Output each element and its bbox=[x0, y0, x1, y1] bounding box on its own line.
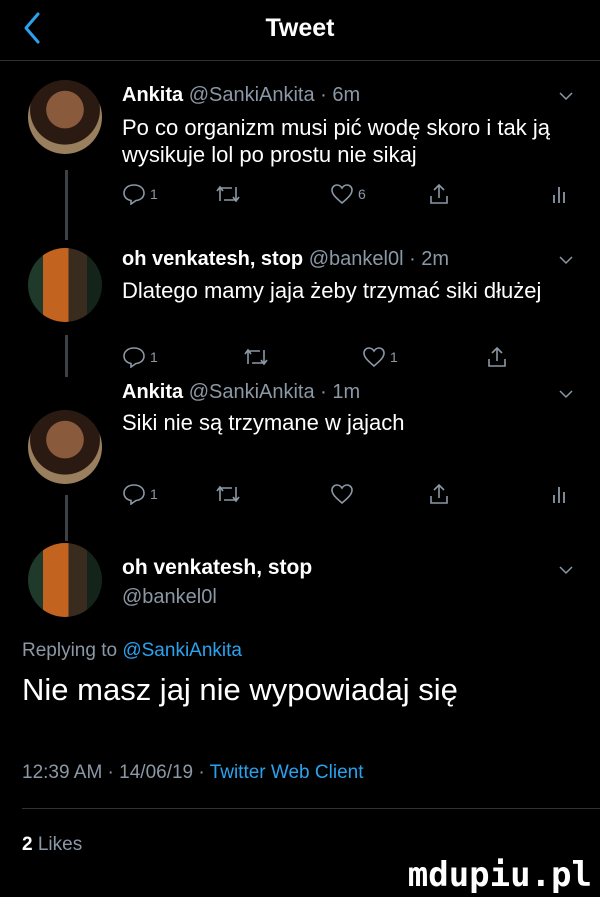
like-button[interactable]: 1 bbox=[362, 343, 406, 371]
tweet-text: Dlatego mamy jaja żeby trzymać siki dłuż… bbox=[122, 278, 542, 303]
author-name[interactable]: oh venkatesh, stop bbox=[122, 248, 303, 270]
avatar[interactable] bbox=[28, 80, 102, 154]
avatar[interactable] bbox=[28, 543, 102, 617]
retweet-icon bbox=[244, 348, 268, 366]
author-handle[interactable]: @bankel0l · 2m bbox=[309, 248, 449, 270]
tweet-header: Ankita @SankiAnkita · 6m bbox=[122, 84, 360, 107]
heart-icon bbox=[363, 347, 385, 368]
author-name[interactable]: oh venkatesh, stop bbox=[122, 556, 312, 579]
likes-count: 2 bbox=[22, 834, 33, 855]
share-icon bbox=[488, 346, 506, 367]
analytics-button[interactable] bbox=[550, 480, 594, 508]
thread-line bbox=[65, 495, 68, 541]
retweet-icon bbox=[216, 485, 240, 503]
share-button[interactable] bbox=[428, 480, 472, 508]
analytics-icon bbox=[553, 187, 565, 203]
author-name: oh venkatesh, stop bbox=[122, 556, 312, 580]
reply-count: 1 bbox=[150, 486, 158, 502]
analytics-button[interactable] bbox=[550, 180, 594, 208]
client-link[interactable]: Twitter Web Client bbox=[210, 762, 364, 783]
tweet-header: Ankita @SankiAnkita · 1m bbox=[122, 381, 360, 404]
likes-stat[interactable]: 2 Likes bbox=[22, 834, 82, 856]
avatar[interactable] bbox=[28, 410, 102, 484]
replying-to: Replying to @SankiAnkita bbox=[22, 640, 242, 662]
tweet-text: Siki nie są trzymane w jajach bbox=[122, 410, 405, 435]
reply-icon bbox=[123, 184, 145, 205]
mention-link[interactable]: @SankiAnkita bbox=[122, 640, 242, 661]
author-handle[interactable]: @SankiAnkita · 1m bbox=[189, 381, 360, 403]
share-icon bbox=[430, 183, 448, 204]
retweet-icon bbox=[216, 185, 240, 203]
reply-icon bbox=[123, 484, 145, 505]
like-count: 1 bbox=[390, 349, 398, 365]
author-handle[interactable]: @bankel0l bbox=[122, 586, 217, 608]
top-bar: Tweet bbox=[0, 0, 600, 61]
reply-button[interactable]: 1 bbox=[122, 180, 166, 208]
chevron-down-icon[interactable] bbox=[558, 562, 574, 578]
thread-line bbox=[65, 170, 68, 240]
divider bbox=[22, 808, 600, 809]
reply-icon bbox=[123, 347, 145, 368]
share-icon bbox=[430, 483, 448, 504]
share-button[interactable] bbox=[428, 180, 472, 208]
reply-count: 1 bbox=[150, 186, 158, 202]
reply-button[interactable]: 1 bbox=[122, 343, 166, 371]
share-button[interactable] bbox=[486, 343, 530, 371]
like-button[interactable] bbox=[330, 480, 374, 508]
heart-icon bbox=[331, 184, 353, 205]
author-handle-row: @bankel0l bbox=[122, 586, 217, 609]
tweet-meta: 12:39 AM · 14/06/19 · Twitter Web Client bbox=[22, 762, 363, 784]
reply-count: 1 bbox=[150, 349, 158, 365]
retweet-button[interactable] bbox=[214, 180, 258, 208]
watermark: mdupiu.pl bbox=[407, 855, 592, 895]
analytics-icon bbox=[553, 487, 565, 503]
reply-button[interactable]: 1 bbox=[122, 480, 166, 508]
avatar[interactable] bbox=[28, 248, 102, 322]
retweet-button[interactable] bbox=[214, 480, 258, 508]
tweet-header: oh venkatesh, stop @bankel0l · 2m bbox=[122, 248, 449, 271]
like-count: 6 bbox=[358, 186, 366, 202]
page-title: Tweet bbox=[265, 14, 335, 42]
likes-label: Likes bbox=[37, 834, 83, 855]
thread-line bbox=[65, 335, 68, 377]
tweet-text: Po co organizm musi pić wodę skoro i tak… bbox=[122, 115, 550, 167]
chevron-down-icon[interactable] bbox=[558, 386, 574, 402]
chevron-down-icon[interactable] bbox=[558, 252, 574, 268]
replying-label: Replying to bbox=[22, 640, 118, 661]
retweet-button[interactable] bbox=[242, 343, 286, 371]
heart-icon bbox=[331, 484, 353, 505]
author-name[interactable]: Ankita bbox=[122, 381, 183, 403]
like-button[interactable]: 6 bbox=[330, 180, 374, 208]
author-name[interactable]: Ankita bbox=[122, 84, 183, 106]
timestamp[interactable]: 12:39 AM · 14/06/19 · bbox=[22, 762, 205, 783]
tweet-text: Nie masz jaj nie wypowiadaj się bbox=[22, 672, 458, 707]
chevron-down-icon[interactable] bbox=[558, 88, 574, 104]
author-handle[interactable]: @SankiAnkita · 6m bbox=[189, 84, 360, 106]
